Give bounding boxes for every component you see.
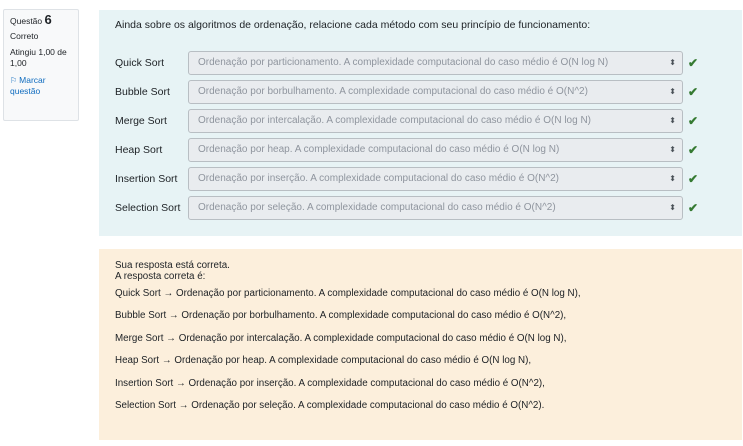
match-row-label: Quick Sort	[115, 56, 165, 69]
correct-check-icon: ✔	[688, 55, 699, 70]
right-answer-line: Selection Sort → Ordenação por seleção. …	[115, 400, 545, 412]
select-arrows-icon: ⬍	[669, 174, 676, 183]
flag-icon: ⚐	[10, 76, 18, 85]
right-answer-line: Insertion Sort → Ordenação por inserção.…	[115, 377, 545, 389]
question-outcome: Sua resposta está correta. A resposta co…	[99, 249, 742, 440]
select-arrows-icon: ⬍	[669, 58, 676, 67]
match-row-label: Heap Sort	[115, 143, 163, 156]
question-number-row: Questão 6	[10, 12, 72, 27]
select-arrows-icon: ⬍	[669, 116, 676, 125]
question-state: Correto	[10, 31, 39, 41]
match-select[interactable]: Ordenação por particionamento. A complex…	[188, 50, 683, 75]
question-formulation: Ainda sobre os algoritmos de ordenação, …	[99, 10, 742, 236]
match-row: Insertion Sort Ordenação por inserção. A…	[115, 164, 726, 193]
select-arrows-icon: ⬍	[669, 203, 676, 212]
right-answer-line: Heap Sort → Ordenação por heap. A comple…	[115, 355, 532, 367]
right-answer-intro: A resposta correta é:	[115, 271, 206, 282]
correct-check-icon: ✔	[688, 171, 699, 186]
correct-check-icon: ✔	[688, 84, 699, 99]
match-select-value: Ordenação por inserção. A complexidade c…	[198, 173, 560, 184]
match-row-label: Bubble Sort	[115, 85, 170, 98]
correct-check-icon: ✔	[688, 142, 699, 157]
correct-check-icon: ✔	[688, 113, 699, 128]
feedback-text: Sua resposta está correta.	[115, 260, 230, 271]
match-select-value: Ordenação por intercalação. A complexida…	[198, 115, 591, 126]
match-select[interactable]: Ordenação por intercalação. A complexida…	[188, 108, 683, 133]
select-arrows-icon: ⬍	[669, 145, 676, 154]
match-select[interactable]: Ordenação por borbulhamento. A complexid…	[188, 79, 683, 104]
match-row: Quick Sort Ordenação por particionamento…	[115, 48, 726, 77]
right-answer-line: Quick Sort → Ordenação por particionamen…	[115, 288, 581, 299]
match-row-label: Insertion Sort	[115, 172, 178, 185]
right-answer-line: Merge Sort → Ordenação por intercalação.…	[115, 332, 567, 344]
select-arrows-icon: ⬍	[669, 87, 676, 96]
match-select[interactable]: Ordenação por inserção. A complexidade c…	[188, 166, 683, 191]
match-row: Merge Sort Ordenação por intercalação. A…	[115, 106, 726, 135]
question-label: Questão	[10, 16, 43, 26]
match-select-value: Ordenação por heap. A complexidade compu…	[198, 144, 560, 155]
match-select[interactable]: Ordenação por heap. A complexidade compu…	[188, 137, 683, 162]
match-select-value: Ordenação por borbulhamento. A complexid…	[198, 86, 588, 97]
right-answer-line: Bubble Sort → Ordenação por borbulhament…	[115, 310, 567, 322]
match-row: Heap Sort Ordenação por heap. A complexi…	[115, 135, 726, 164]
flag-question-link[interactable]: ⚐ Marcar questão	[10, 75, 72, 97]
match-row-label: Merge Sort	[115, 114, 167, 127]
match-row: Bubble Sort Ordenação por borbulhamento.…	[115, 77, 726, 106]
match-row: Selection Sort Ordenação por seleção. A …	[115, 193, 726, 222]
match-select[interactable]: Ordenação por seleção. A complexidade co…	[188, 195, 683, 220]
correct-check-icon: ✔	[688, 200, 699, 215]
question-number: 6	[44, 12, 52, 27]
question-grade: Atingiu 1,00 de 1,00	[10, 47, 67, 68]
match-select-value: Ordenação por particionamento. A complex…	[198, 57, 609, 68]
question-info-panel: Questão 6 Correto Atingiu 1,00 de 1,00 ⚐…	[3, 9, 79, 121]
question-text: Ainda sobre os algoritmos de ordenação, …	[115, 19, 591, 31]
match-select-value: Ordenação por seleção. A complexidade co…	[198, 202, 556, 213]
match-row-label: Selection Sort	[115, 201, 181, 214]
